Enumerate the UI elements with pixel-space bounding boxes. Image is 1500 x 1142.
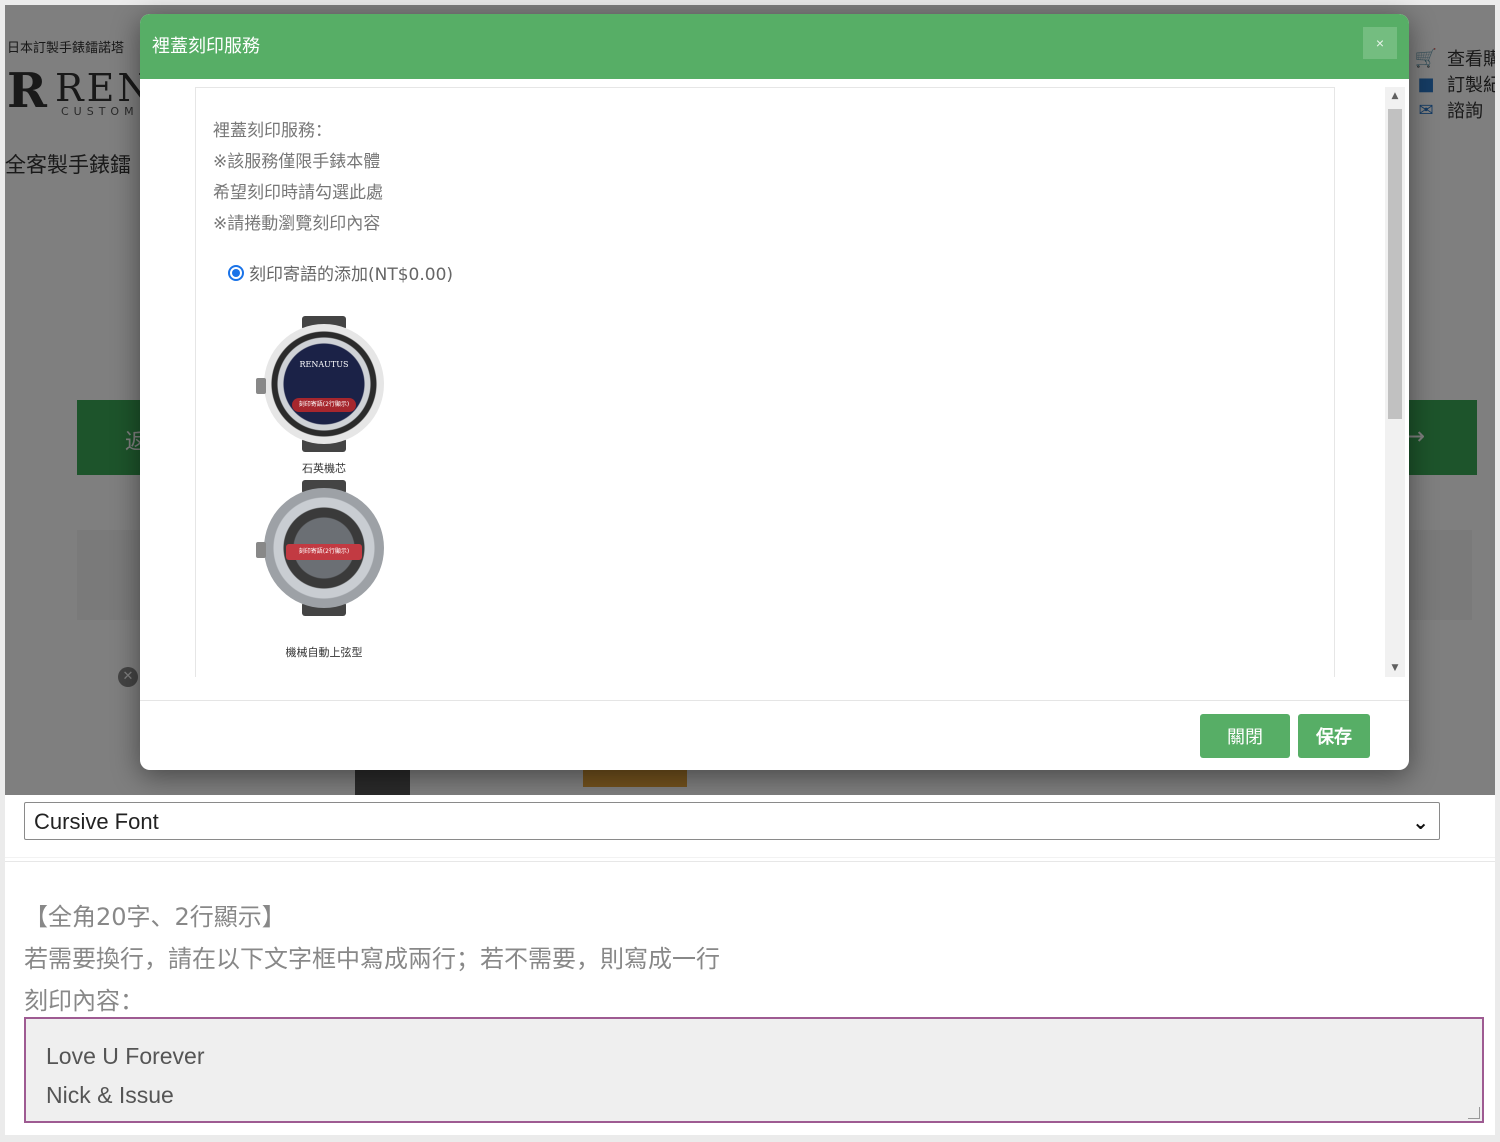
watch-engraving-badge: 刻印寄語(2行顯示) [292,398,356,412]
resize-handle-icon[interactable] [1468,1107,1480,1119]
line-break-note: 若需要換行，請在以下文字框中寫成兩行；若不需要，則寫成一行 [24,945,720,973]
modal-scrollbar[interactable]: ▲ ▼ [1385,87,1405,677]
automatic-watch-image: 刻印寄語(2行顯示) 機械自動上弦型 [254,480,394,660]
engraving-line: Love U Forever [46,1043,205,1069]
engraving-content-label: 刻印內容： [24,987,144,1015]
description-line: ※該服務僅限手錶本體 [213,152,381,172]
quartz-watch-image: RENAUTUS 刻印寄語(2行顯示) 石英機芯 [254,316,394,476]
engraving-form: Cursive Font ⌄ 【全角20字、2行顯示】 若需要換行，請在以下文字… [5,795,1495,1135]
font-select-value: Cursive Font [34,809,159,834]
modal-footer: 關閉 保存 [140,700,1409,770]
modal-header: 裡蓋刻印服務 × [140,14,1409,79]
watch-brand: RENAUTUS [299,360,349,369]
watch-caption: 石英機芯 [302,462,346,475]
description-line: ※請捲動瀏覽刻印內容 [213,214,381,234]
engraving-message-radio[interactable] [228,264,244,281]
font-select[interactable]: Cursive Font ⌄ [24,802,1440,840]
engraving-message-label: 刻印寄語的添加(NT$0.00) [249,265,454,285]
save-button[interactable]: 保存 [1298,714,1370,758]
divider [5,857,1495,858]
engraving-message-option[interactable]: 刻印寄語的添加(NT$0.00) [228,260,453,285]
scroll-down-arrow-icon[interactable]: ▼ [1385,659,1405,677]
modal-close-button[interactable]: × [1363,27,1397,59]
engraving-line: Nick & Issue [46,1082,174,1108]
char-limit-note: 【全角20字、2行顯示】 [24,903,286,931]
scroll-up-arrow-icon[interactable]: ▲ [1385,87,1405,105]
close-button[interactable]: 關閉 [1200,714,1290,758]
watch-engraving-badge: 刻印寄語(2行顯示) [286,544,362,560]
description-line: 希望刻印時請勾選此處 [213,183,383,203]
engraving-modal: 裡蓋刻印服務 × 裡蓋刻印服務： ※該服務僅限手錶本體 希望刻印時請勾選此處 ※… [140,14,1409,770]
divider [5,861,1495,862]
watch-caption: 機械自動上弦型 [285,646,363,659]
scroll-thumb[interactable] [1388,109,1402,419]
modal-body: 裡蓋刻印服務： ※該服務僅限手錶本體 希望刻印時請勾選此處 ※請捲動瀏覽刻印內容… [140,79,1409,694]
engraving-options-box[interactable]: 裡蓋刻印服務： ※該服務僅限手錶本體 希望刻印時請勾選此處 ※請捲動瀏覽刻印內容… [195,87,1335,677]
engraving-textarea[interactable]: Love U Forever Nick & Issue [24,1017,1484,1123]
chevron-down-icon: ⌄ [1412,810,1429,834]
modal-title: 裡蓋刻印服務 [152,36,260,57]
description-line: 裡蓋刻印服務： [213,121,332,141]
